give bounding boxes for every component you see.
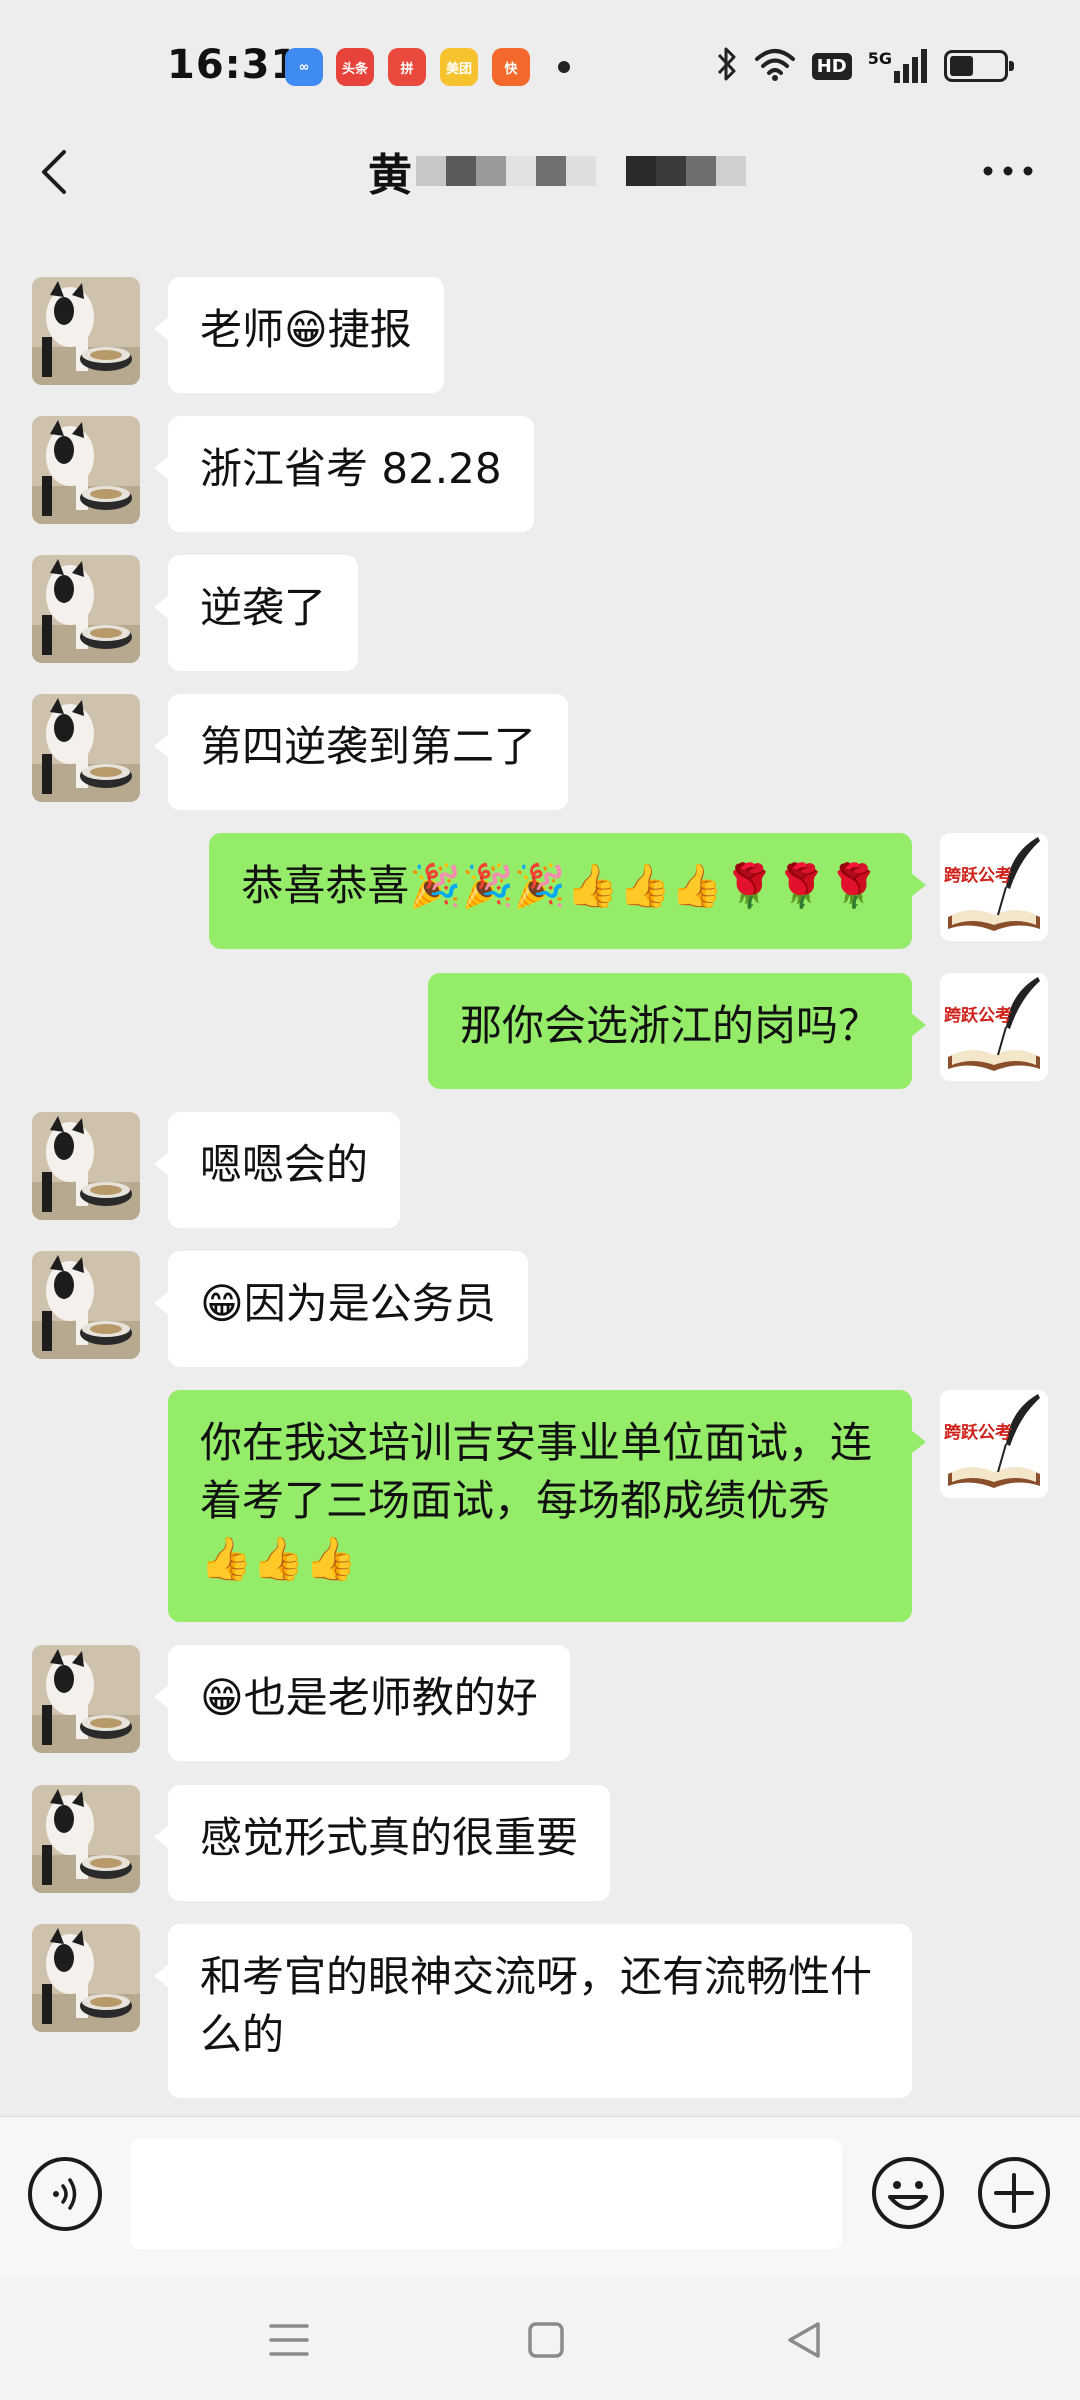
teacher-avatar[interactable]: 跨跃公考 <box>940 973 1048 1081</box>
teacher-logo-text: 跨跃公考 <box>944 1423 1012 1443</box>
emoji-button[interactable] <box>870 2155 946 2231</box>
voice-input-button[interactable] <box>28 2157 102 2231</box>
message-bubble[interactable]: 那你会选浙江的岗吗？ <box>427 973 927 1089</box>
signal-label: 5G <box>867 49 892 68</box>
contact-avatar[interactable] <box>32 277 140 385</box>
message-bubble[interactable]: 逆袭了 <box>153 555 359 671</box>
message-row: 跨跃公考 你在我这培训吉安事业单位面试，连着考了三场面试，每场都成绩优秀👍👍👍 <box>0 1385 1080 1629</box>
signal-icon: 5G <box>868 49 928 83</box>
message-row: 逆袭了 <box>0 550 1080 678</box>
plus-icon <box>978 2157 1050 2229</box>
message-input[interactable] <box>130 2139 842 2249</box>
message-row: 跨跃公考 恭喜恭喜🎉🎉🎉👍👍👍🌹🌹🌹 <box>0 828 1080 956</box>
contact-avatar[interactable] <box>32 1924 140 2032</box>
toutiao-app-icon: 头条 <box>336 48 374 86</box>
system-nav-bar <box>0 2276 1080 2400</box>
menu-nav-icon[interactable] <box>259 2310 319 2370</box>
battery-icon <box>944 50 1014 82</box>
smiley-icon <box>872 2157 944 2229</box>
status-bar: 16:31 ∞ 头条拼美团快 HD 5G <box>0 0 1080 135</box>
message-row: 和考官的眼神交流呀，还有流畅性什么的 <box>0 1919 1080 2105</box>
message-row: 第四逆袭到第二了 <box>0 689 1080 817</box>
status-indicators: HD 5G <box>716 46 1014 86</box>
bluetooth-icon <box>716 46 738 86</box>
message-bubble[interactable]: 老师😁捷报 <box>154 277 444 393</box>
chat-title-area: 黄 <box>368 136 746 206</box>
message-bubble[interactable]: 和考官的眼神交流呀，还有流畅性什么的 <box>154 1924 912 2098</box>
message-row: 浙江省考 82.28 <box>0 411 1080 539</box>
teacher-logo-text: 跨跃公考 <box>944 866 1012 886</box>
kuaishou-app-icon: 快 <box>492 48 530 86</box>
contact-avatar[interactable] <box>32 555 140 663</box>
status-time: 16:31 <box>167 42 300 88</box>
message-bubble[interactable]: 第四逆袭到第二了 <box>153 694 569 810</box>
voice-icon <box>53 2178 77 2210</box>
contact-avatar[interactable] <box>32 1645 140 1753</box>
teacher-logo-text: 跨跃公考 <box>944 1006 1012 1026</box>
more-notifications-dot <box>558 61 570 73</box>
message-row: 老师😁捷报 <box>0 272 1080 400</box>
home-nav-icon[interactable] <box>516 2310 576 2370</box>
pinduoduo-app-icon: 拼 <box>388 48 426 86</box>
teacher-avatar[interactable]: 跨跃公考 <box>940 833 1048 941</box>
contact-avatar[interactable] <box>32 694 140 802</box>
message-row: 嗯嗯会的 <box>0 1107 1080 1235</box>
message-bubble[interactable]: 你在我这培训吉安事业单位面试，连着考了三场面试，每场都成绩优秀👍👍👍 <box>168 1390 926 1622</box>
wifi-icon <box>754 47 796 85</box>
message-row: 跨跃公考 那你会选浙江的岗吗？ <box>0 968 1080 1096</box>
message-bubble[interactable]: 感觉形式真的很重要 <box>153 1785 611 1901</box>
contact-avatar[interactable] <box>32 1251 140 1359</box>
battery-level <box>950 56 974 76</box>
back-icon[interactable] <box>30 142 80 202</box>
back-nav-icon[interactable] <box>774 2310 834 2370</box>
message-bubble[interactable]: 嗯嗯会的 <box>153 1112 401 1228</box>
redacted-name-mosaic <box>416 156 746 186</box>
message-row: 感觉形式真的很重要 <box>0 1780 1080 1908</box>
infinity-app-icon: ∞ <box>285 48 323 86</box>
message-bubble[interactable]: 浙江省考 82.28 <box>154 416 534 532</box>
message-bubble[interactable]: 😁因为是公务员 <box>154 1251 528 1367</box>
input-bar <box>0 2116 1080 2276</box>
more-functions-button[interactable] <box>976 2155 1052 2231</box>
message-bubble[interactable]: 😁也是老师教的好 <box>154 1645 570 1761</box>
hd-badge: HD <box>811 52 852 80</box>
message-bubble[interactable]: 恭喜恭喜🎉🎉🎉👍👍👍🌹🌹🌹 <box>209 833 926 949</box>
teacher-avatar[interactable]: 跨跃公考 <box>940 1390 1048 1498</box>
more-options-icon[interactable] <box>978 156 1038 186</box>
message-row: 😁因为是公务员 <box>0 1246 1080 1374</box>
message-row: 😁也是老师教的好 <box>0 1640 1080 1768</box>
contact-avatar[interactable] <box>32 416 140 524</box>
contact-avatar[interactable] <box>32 1785 140 1893</box>
chat-header: 黄 <box>0 118 1080 228</box>
contact-avatar[interactable] <box>32 1112 140 1220</box>
chat-title: 黄 <box>368 150 412 201</box>
meituan-app-icon: 美团 <box>440 48 478 86</box>
